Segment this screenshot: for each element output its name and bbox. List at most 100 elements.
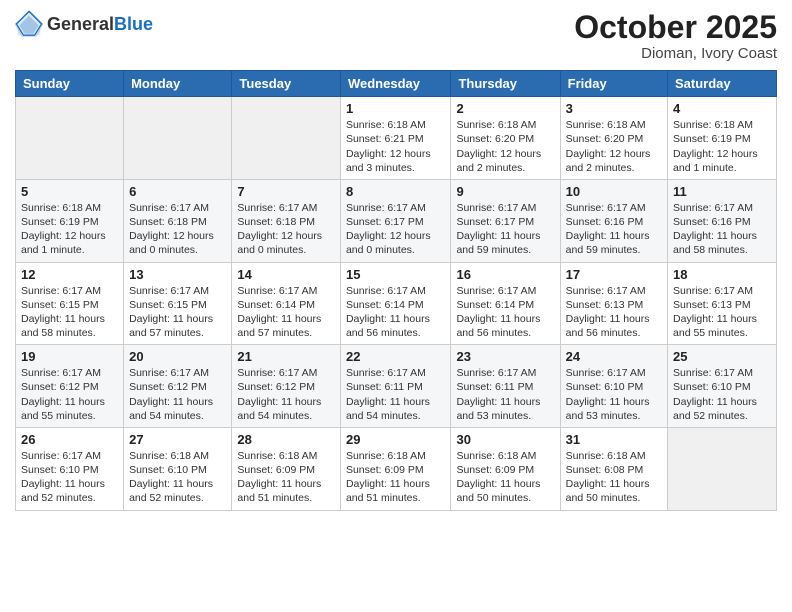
day-number: 21: [237, 349, 335, 364]
day-number: 10: [566, 184, 662, 199]
calendar-cell: 26Sunrise: 6:17 AMSunset: 6:10 PMDayligh…: [16, 427, 124, 510]
calendar-cell: 17 Sunrise: 6:17 AMSunset: 6:13 PMDayligh…: [560, 262, 667, 345]
day-number: 4: [673, 101, 771, 116]
day-info: Sunrise: 6:18 AMSunset: 6:21 PMDaylight:…: [346, 118, 446, 175]
calendar-cell: [668, 427, 777, 510]
day-number: 2: [456, 101, 554, 116]
day-number: 23: [456, 349, 554, 364]
day-number: 15: [346, 267, 446, 282]
calendar-cell: [124, 97, 232, 180]
day-info: Sunrise: 6:17 AMSunset: 6:11 PMDaylight:…: [346, 366, 446, 423]
calendar-cell: 27 Sunrise: 6:18 AMSunset: 6:10 PMDayligh…: [124, 427, 232, 510]
page-subtitle: Dioman, Ivory Coast: [574, 45, 777, 62]
day-info: Sunrise: 6:17 AMSunset: 6:17 PMDaylight:…: [456, 201, 554, 258]
calendar-cell: 30 Sunrise: 6:18 AMSunset: 6:09 PMDayligh…: [451, 427, 560, 510]
calendar-cell: 25 Sunrise: 6:17 AMSunset: 6:10 PMDayligh…: [668, 345, 777, 428]
calendar-day-header: Monday: [124, 71, 232, 97]
day-info: Sunrise: 6:17 AMSunset: 6:14 PMDaylight:…: [237, 284, 335, 341]
day-number: 17: [566, 267, 662, 282]
calendar-cell: 9 Sunrise: 6:17 AMSunset: 6:17 PMDaylight…: [451, 179, 560, 262]
calendar-cell: 13 Sunrise: 6:17 AMSunset: 6:15 PMDayligh…: [124, 262, 232, 345]
day-info: Sunrise: 6:17 AMSunset: 6:12 PMDaylight:…: [237, 366, 335, 423]
day-number: 13: [129, 267, 226, 282]
logo: GeneralBlue: [15, 10, 153, 38]
logo-text: GeneralBlue: [47, 14, 153, 35]
day-number: 22: [346, 349, 446, 364]
day-number: 29: [346, 432, 446, 447]
day-info: Sunrise: 6:17 AMSunset: 6:15 PMDaylight:…: [129, 284, 226, 341]
day-info: Sunrise: 6:17 AMSunset: 6:16 PMDaylight:…: [566, 201, 662, 258]
calendar-cell: 15 Sunrise: 6:17 AMSunset: 6:14 PMDayligh…: [340, 262, 451, 345]
day-number: 16: [456, 267, 554, 282]
calendar-cell: 5 Sunrise: 6:18 AMSunset: 6:19 PMDaylight…: [16, 179, 124, 262]
calendar-cell: 4 Sunrise: 6:18 AMSunset: 6:19 PMDaylight…: [668, 97, 777, 180]
calendar-cell: [232, 97, 341, 180]
calendar-cell: 12 Sunrise: 6:17 AMSunset: 6:15 PMDayligh…: [16, 262, 124, 345]
calendar-cell: 2Sunrise: 6:18 AMSunset: 6:20 PMDaylight…: [451, 97, 560, 180]
day-number: 11: [673, 184, 771, 199]
calendar-cell: 24 Sunrise: 6:17 AMSunset: 6:10 PMDayligh…: [560, 345, 667, 428]
calendar-cell: 10 Sunrise: 6:17 AMSunset: 6:16 PMDayligh…: [560, 179, 667, 262]
calendar-cell: 28Sunrise: 6:18 AMSunset: 6:09 PMDayligh…: [232, 427, 341, 510]
calendar-week-row: 5 Sunrise: 6:18 AMSunset: 6:19 PMDaylight…: [16, 179, 777, 262]
calendar-cell: 1Sunrise: 6:18 AMSunset: 6:21 PMDaylight…: [340, 97, 451, 180]
day-info: Sunrise: 6:17 AMSunset: 6:13 PMDaylight:…: [566, 284, 662, 341]
day-info: Sunrise: 6:17 AMSunset: 6:10 PMDaylight:…: [673, 366, 771, 423]
calendar-cell: 19 Sunrise: 6:17 AMSunset: 6:12 PMDayligh…: [16, 345, 124, 428]
title-block: October 2025 Dioman, Ivory Coast: [574, 10, 777, 62]
day-number: 20: [129, 349, 226, 364]
page-title: October 2025: [574, 10, 777, 45]
day-number: 5: [21, 184, 118, 199]
day-number: 26: [21, 432, 118, 447]
day-info: Sunrise: 6:18 AMSunset: 6:19 PMDaylight:…: [21, 201, 118, 258]
day-info: Sunrise: 6:18 AMSunset: 6:20 PMDaylight:…: [566, 118, 662, 175]
calendar-day-header: Friday: [560, 71, 667, 97]
day-info: Sunrise: 6:18 AMSunset: 6:08 PMDaylight:…: [566, 449, 662, 506]
day-number: 18: [673, 267, 771, 282]
calendar-cell: 18 Sunrise: 6:17 AMSunset: 6:13 PMDayligh…: [668, 262, 777, 345]
day-info: Sunrise: 6:17 AMSunset: 6:17 PMDaylight:…: [346, 201, 446, 258]
calendar: SundayMondayTuesdayWednesdayThursdayFrid…: [15, 70, 777, 510]
day-info: Sunrise: 6:17 AMSunset: 6:12 PMDaylight:…: [129, 366, 226, 423]
day-number: 30: [456, 432, 554, 447]
day-number: 19: [21, 349, 118, 364]
day-number: 24: [566, 349, 662, 364]
day-info: Sunrise: 6:18 AMSunset: 6:09 PMDaylight:…: [346, 449, 446, 506]
day-info: Sunrise: 6:18 AMSunset: 6:09 PMDaylight:…: [456, 449, 554, 506]
logo-general: General: [47, 14, 114, 35]
calendar-cell: 3 Sunrise: 6:18 AMSunset: 6:20 PMDaylight…: [560, 97, 667, 180]
calendar-cell: 22 Sunrise: 6:17 AMSunset: 6:11 PMDayligh…: [340, 345, 451, 428]
day-info: Sunrise: 6:17 AMSunset: 6:11 PMDaylight:…: [456, 366, 554, 423]
day-info: Sunrise: 6:17 AMSunset: 6:16 PMDaylight:…: [673, 201, 771, 258]
day-number: 14: [237, 267, 335, 282]
day-info: Sunrise: 6:17 AMSunset: 6:10 PMDaylight:…: [566, 366, 662, 423]
calendar-cell: 23 Sunrise: 6:17 AMSunset: 6:11 PMDayligh…: [451, 345, 560, 428]
day-info: Sunrise: 6:18 AMSunset: 6:19 PMDaylight:…: [673, 118, 771, 175]
day-info: Sunrise: 6:17 AMSunset: 6:18 PMDaylight:…: [237, 201, 335, 258]
day-info: Sunrise: 6:17 AMSunset: 6:13 PMDaylight:…: [673, 284, 771, 341]
calendar-week-row: 1Sunrise: 6:18 AMSunset: 6:21 PMDaylight…: [16, 97, 777, 180]
day-number: 27: [129, 432, 226, 447]
page: GeneralBlue October 2025 Dioman, Ivory C…: [0, 0, 792, 526]
calendar-day-header: Saturday: [668, 71, 777, 97]
calendar-cell: 11 Sunrise: 6:17 AMSunset: 6:16 PMDayligh…: [668, 179, 777, 262]
calendar-header-row: SundayMondayTuesdayWednesdayThursdayFrid…: [16, 71, 777, 97]
day-info: Sunrise: 6:17 AMSunset: 6:15 PMDaylight:…: [21, 284, 118, 341]
calendar-cell: 6Sunrise: 6:17 AMSunset: 6:18 PMDaylight…: [124, 179, 232, 262]
calendar-cell: 16Sunrise: 6:17 AMSunset: 6:14 PMDayligh…: [451, 262, 560, 345]
day-number: 8: [346, 184, 446, 199]
day-info: Sunrise: 6:17 AMSunset: 6:12 PMDaylight:…: [21, 366, 118, 423]
header: GeneralBlue October 2025 Dioman, Ivory C…: [15, 10, 777, 62]
day-info: Sunrise: 6:18 AMSunset: 6:10 PMDaylight:…: [129, 449, 226, 506]
day-info: Sunrise: 6:17 AMSunset: 6:14 PMDaylight:…: [346, 284, 446, 341]
day-number: 25: [673, 349, 771, 364]
calendar-day-header: Thursday: [451, 71, 560, 97]
day-info: Sunrise: 6:18 AMSunset: 6:09 PMDaylight:…: [237, 449, 335, 506]
day-number: 12: [21, 267, 118, 282]
day-number: 9: [456, 184, 554, 199]
day-number: 31: [566, 432, 662, 447]
day-number: 3: [566, 101, 662, 116]
day-number: 7: [237, 184, 335, 199]
day-info: Sunrise: 6:17 AMSunset: 6:18 PMDaylight:…: [129, 201, 226, 258]
logo-blue: Blue: [114, 14, 153, 35]
